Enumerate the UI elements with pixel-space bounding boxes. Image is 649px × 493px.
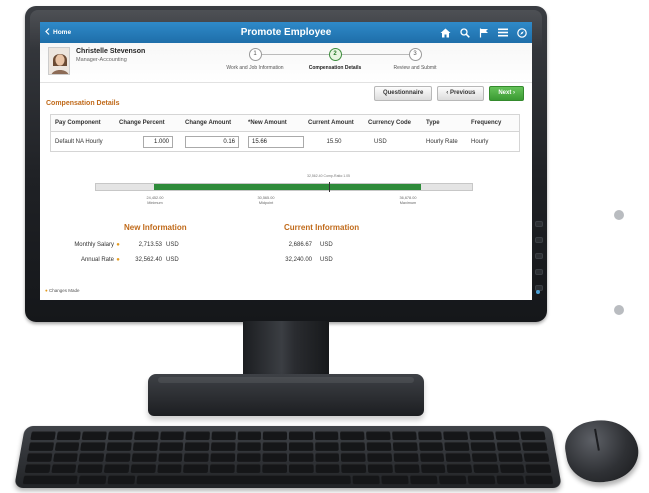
change-amount-cell: 0.16 <box>181 135 244 148</box>
step-label: Review and Submit <box>393 65 437 71</box>
section-title: Compensation Details <box>46 100 120 107</box>
home-back-button[interactable]: Home <box>45 28 71 37</box>
current-value: 2,686.67 <box>288 242 312 248</box>
next-label: Next <box>498 90 512 96</box>
step-1[interactable]: 1 Work and Job Information <box>215 48 295 71</box>
new-unit: USD <box>166 242 179 248</box>
step-2[interactable]: 2 Compensation Details <box>295 48 375 71</box>
chevron-left-icon <box>45 28 50 37</box>
column-header: Pay Component <box>55 120 101 126</box>
column-header: Change Percent <box>119 120 165 126</box>
previous-button[interactable]: ‹ Previous <box>437 86 485 101</box>
bullet-dot <box>614 210 624 220</box>
progress-steps: 1 Work and Job Information 2 Compensatio… <box>215 48 455 82</box>
step-number: 3 <box>408 48 422 61</box>
frequency-cell: Hourly <box>471 138 489 145</box>
change-percent-input[interactable]: 1.000 <box>143 135 173 148</box>
info-label: Annual Rate <box>80 257 114 263</box>
new-amount-input[interactable]: 15.66 <box>248 135 304 148</box>
changes-legend: ● Changes Made <box>45 288 80 293</box>
column-header: Current Amount <box>308 120 354 126</box>
compass-icon[interactable] <box>517 27 527 38</box>
monitor-stand-neck <box>243 321 329 377</box>
range-minimum-label: Minimum <box>147 201 163 205</box>
menu-icon[interactable] <box>498 28 508 37</box>
column-header: Type <box>426 120 440 126</box>
info-row-annual-rate: Annual Rate ● 32,562.40 USD 32,240.00 US… <box>46 257 333 263</box>
change-percent-cell: 1.000 <box>115 135 181 148</box>
search-icon[interactable] <box>460 27 470 38</box>
current-information-heading: Current Information <box>284 223 360 232</box>
current-amount-cell: 15.50 <box>326 138 342 145</box>
current-value: 32,240.00 <box>285 257 312 263</box>
current-unit: USD <box>320 242 333 248</box>
mouse <box>561 414 643 488</box>
new-unit: USD <box>166 257 179 263</box>
questionnaire-button[interactable]: Questionnaire <box>373 86 433 101</box>
current-unit: USD <box>320 257 333 263</box>
compensation-table: Pay Component Change Percent Change Amou… <box>50 114 520 152</box>
legend-label: Changes Made <box>48 288 80 293</box>
step-number: 2 <box>328 48 342 61</box>
table-row: Default NA Hourly 1.000 0.16 15.66 15.50… <box>51 132 519 151</box>
new-value: 32,562.40 <box>135 257 162 263</box>
table-header: Pay Component Change Percent Change Amou… <box>51 115 519 132</box>
range-minimum: 24,452.00 Minimum <box>135 196 175 206</box>
salary-range-bar <box>95 182 473 192</box>
column-header: Change Amount <box>185 120 232 126</box>
avatar <box>48 47 70 75</box>
step-label: Work and Job Information <box>226 65 284 71</box>
column-header: *New Amount <box>248 120 287 126</box>
range-maximum: 36,678.00 Maximum <box>388 196 428 206</box>
home-label: Home <box>53 29 72 36</box>
step-3[interactable]: 3 Review and Submit <box>375 48 455 71</box>
step-label: Compensation Details <box>308 65 362 71</box>
action-buttons: Questionnaire ‹ Previous Next › <box>373 86 524 101</box>
new-amount-cell: 15.66 <box>244 135 304 148</box>
monitor-stand-base <box>148 374 424 416</box>
info-row-monthly-salary: Monthly Salary ● 2,713.53 USD 2,686.67 U… <box>46 242 332 248</box>
home-icon[interactable] <box>440 28 451 38</box>
keyboard <box>14 425 562 488</box>
range-midpoint: 30,565.00 Midpoint <box>246 196 286 206</box>
pay-component-cell: Default NA Hourly <box>55 138 103 145</box>
bullet-dot <box>614 305 624 315</box>
employee-header: Christelle Stevenson Manager-Accounting … <box>40 43 532 83</box>
employee-name: Christelle Stevenson <box>76 48 146 55</box>
type-cell: Hourly Rate <box>426 138 458 145</box>
power-led <box>536 290 540 294</box>
monitor-side-buttons <box>535 221 543 291</box>
chevron-right-icon: › <box>511 90 515 96</box>
range-midpoint-label: Midpoint <box>258 201 274 205</box>
changed-marker-icon: ● <box>116 257 120 263</box>
changed-marker-icon: ● <box>116 242 120 248</box>
previous-label: Previous <box>449 90 476 96</box>
salary-range-fill <box>154 184 422 190</box>
column-header: Currency Code <box>368 120 412 126</box>
column-header: Frequency <box>471 120 502 126</box>
top-bar: Home Promote Employee <box>40 22 532 43</box>
info-label: Monthly Salary <box>74 242 114 248</box>
changed-marker-icon: ● <box>45 288 48 293</box>
comp-ratio-caption: 32,562.40 Comp-Ratio:1.05 <box>307 174 350 178</box>
employee-title: Manager-Accounting <box>76 57 127 63</box>
screen: Home Promote Employee Christelle Stevens… <box>40 22 532 300</box>
next-button[interactable]: Next › <box>489 86 524 101</box>
current-position-marker <box>329 182 331 192</box>
flag-icon[interactable] <box>479 28 489 38</box>
new-value: 2,713.53 <box>138 242 162 248</box>
currency-code-cell: USD <box>374 138 387 145</box>
range-maximum-label: Maximum <box>399 201 417 205</box>
new-information-heading: New Information <box>124 223 187 232</box>
step-number: 1 <box>248 48 262 61</box>
change-amount-input[interactable]: 0.16 <box>185 135 239 148</box>
